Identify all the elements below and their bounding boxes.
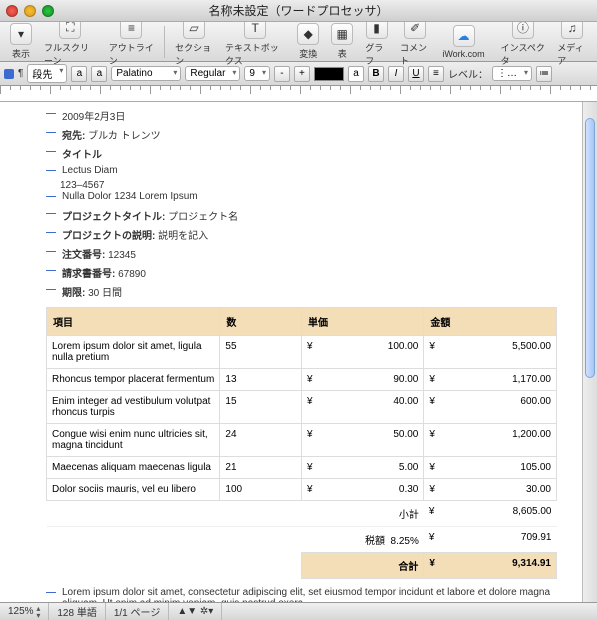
size-up[interactable]: + [294, 66, 310, 82]
paragraph-icon[interactable] [4, 69, 14, 79]
view-button[interactable]: ▾表示 [6, 23, 36, 60]
page-area[interactable]: —2009年2月3日 —宛先: ブルカ トレンツ —タイトル —Lectus D… [0, 102, 597, 602]
level-label: レベル： [448, 66, 488, 81]
page-nav[interactable]: ▲▼ ✲▾ [169, 603, 222, 620]
view-icon: ▾ [10, 23, 32, 45]
hdr-item: 項目 [47, 308, 220, 336]
align-left[interactable]: ≡ [428, 66, 444, 82]
fullscreen-button[interactable]: ⛶フルスクリーン [40, 17, 101, 67]
shapes-button[interactable]: ◆変換 [293, 23, 323, 60]
textbox-button[interactable]: Tテキストボックス [221, 17, 289, 67]
list-button[interactable]: ≔ [536, 66, 552, 82]
scrollbar-vertical[interactable] [582, 102, 597, 602]
hdr-price: 単価 [301, 308, 423, 336]
table-row[interactable]: Dolor sociis mauris, vel eu libero100¥0.… [47, 479, 557, 501]
ruler[interactable] [0, 86, 597, 102]
footer-note: Lorem ipsum dolor sit amet, consectetur … [62, 587, 557, 602]
addr-line: Nulla Dolor 1234 Lorem Ipsum [62, 191, 198, 202]
italic-button[interactable]: I [388, 66, 404, 82]
scroll-thumb[interactable] [585, 118, 595, 378]
shapes-icon: ◆ [297, 23, 319, 45]
invoice-table[interactable]: 項目 数 単価 金額 Lorem ipsum dolor sit amet, l… [46, 307, 557, 579]
addr-line: 123–4567 [60, 180, 557, 191]
table-row[interactable]: Rhoncus tempor placerat fermentum13¥90.0… [47, 369, 557, 391]
sections-button[interactable]: ▱セクション [171, 17, 217, 67]
a-big[interactable]: a [91, 66, 107, 82]
size-select[interactable]: 9 [244, 66, 270, 81]
zoom-level[interactable]: 125% ▴▾ [0, 603, 49, 620]
style-select[interactable]: 段先 [27, 64, 67, 83]
iwork-button[interactable]: ☁iWork.com [438, 25, 488, 59]
inspector-button[interactable]: ⓘインスペクタ [497, 17, 550, 67]
table-row[interactable]: Enim integer ad vestibulum volutpat rhon… [47, 391, 557, 424]
table-row[interactable]: Lorem ipsum dolor sit amet, ligula nulla… [47, 336, 557, 369]
date: 2009年2月3日 [62, 108, 125, 123]
table-button[interactable]: ▦表 [327, 23, 357, 60]
weight-select[interactable]: Regular [185, 66, 240, 81]
text-color[interactable] [314, 67, 344, 81]
addr-line: Lectus Diam [62, 165, 118, 176]
window-title: 名称未設定（ワードプロセッサ） [0, 2, 597, 19]
outline-button[interactable]: ≡アウトライン [105, 17, 159, 67]
recipient: ブルカ トレンツ [88, 131, 160, 142]
table-row[interactable]: Maecenas aliquam maecenas ligula21¥5.00¥… [47, 457, 557, 479]
underline-button[interactable]: U [408, 66, 424, 82]
bold-button[interactable]: B [368, 66, 384, 82]
a-small[interactable]: a [71, 66, 87, 82]
charts-button[interactable]: ▮グラフ [361, 17, 392, 67]
toolbar: ▾表示 ⛶フルスクリーン ≡アウトライン ▱セクション Tテキストボックス ◆変… [0, 22, 597, 62]
size-down[interactable]: - [274, 66, 290, 82]
table-row[interactable]: Congue wisi enim nunc ultricies sit, mag… [47, 424, 557, 457]
spacing-select[interactable]: ⋮… [492, 66, 532, 81]
font-select[interactable]: Palatino [111, 66, 181, 81]
titlebar: 名称未設定（ワードプロセッサ） [0, 0, 597, 22]
hdr-amount: 金額 [424, 308, 557, 336]
hdr-qty: 数 [220, 308, 302, 336]
word-count: 128 単語 [49, 603, 105, 620]
comment-button[interactable]: ✐コメント [396, 17, 434, 67]
page-count: 1/1 ページ [106, 603, 169, 620]
iwork-icon: ☁ [453, 25, 475, 47]
table-icon: ▦ [331, 23, 353, 45]
status-bar: 125% ▴▾ 128 単語 1/1 ページ ▲▼ ✲▾ [0, 602, 597, 620]
media-button[interactable]: ♫メディア [553, 17, 591, 67]
doc-title: タイトル [62, 146, 102, 161]
highlight[interactable]: a [348, 66, 364, 82]
